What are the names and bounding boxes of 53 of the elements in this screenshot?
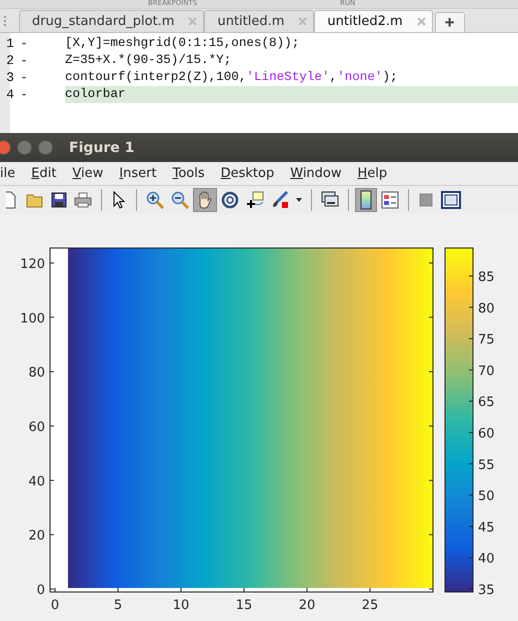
colorbar-tick-label: 50 xyxy=(478,489,495,504)
breakpoint-marker[interactable]: - xyxy=(14,36,34,50)
x-tick-label: 20 xyxy=(298,598,316,613)
menu-item[interactable]: Tools xyxy=(172,166,205,181)
breakpoint-marker[interactable]: - xyxy=(14,88,34,102)
close-button[interactable] xyxy=(0,140,11,155)
hand-icon[interactable] xyxy=(193,188,217,212)
menu-item[interactable]: Help xyxy=(358,166,388,181)
line-number: 4 xyxy=(5,87,14,102)
x-tick-label: 10 xyxy=(172,598,190,613)
file-tab[interactable]: untitled2.m xyxy=(314,10,433,32)
line-number: 2 xyxy=(5,53,14,68)
colorbar-tick-label: 35 xyxy=(478,583,495,598)
breakpoint-marker[interactable]: - xyxy=(14,70,34,84)
x-tick-label: 5 xyxy=(114,598,122,613)
code-line: contourf(interp2(Z),100,'LineStyle','none'); xyxy=(65,69,399,86)
code-line: [X,Y]=meshgrid(0:1:15,ones(8)); xyxy=(65,35,300,52)
file-tab[interactable]: untitled.m xyxy=(204,10,314,32)
menu-item[interactable]: ile xyxy=(0,166,16,181)
y-tick-label: 20 xyxy=(28,528,45,544)
colorbar-icon[interactable] xyxy=(355,188,377,212)
menu-item[interactable]: Desktop xyxy=(220,166,274,181)
y-tick-label: 60 xyxy=(28,420,45,435)
y-tick-label: 40 xyxy=(28,474,45,490)
y-tick-label: 80 xyxy=(28,366,45,381)
grip-icon xyxy=(4,16,9,26)
colorbar-tick-label: 40 xyxy=(478,552,495,567)
menu-item[interactable]: Insert xyxy=(119,166,157,181)
y-tick-label: 0 xyxy=(36,583,45,598)
menu-item[interactable]: Edit xyxy=(31,166,56,181)
x-tick-label: 0 xyxy=(50,598,60,613)
line-number: 1 xyxy=(5,36,14,51)
frame-icon[interactable] xyxy=(438,188,464,212)
file-tab[interactable]: drug_standard_plot.m xyxy=(19,10,204,32)
colorbar-tick-label: 65 xyxy=(478,395,495,410)
line-number: 3 xyxy=(5,70,14,85)
x-tick-label: 25 xyxy=(362,598,378,613)
colorbar-tick-label: 45 xyxy=(478,520,495,536)
menu-item[interactable]: Window xyxy=(290,166,342,181)
breakpoint-marker[interactable]: - xyxy=(14,54,34,68)
menu-item[interactable]: View xyxy=(72,166,104,181)
colorbar-tick-label: 70 xyxy=(478,364,495,379)
new-tab-button[interactable]: + xyxy=(434,12,465,32)
window-title: Figure 1 xyxy=(69,140,134,156)
colorbar-tick-label: 55 xyxy=(478,458,495,473)
y-tick-label: 100 xyxy=(20,311,45,326)
colorbar-tick-label: 80 xyxy=(478,301,495,316)
y-tick-label: 120 xyxy=(20,256,45,272)
code-line: Z=35+X.*(90-35)/15.*Y; xyxy=(65,52,232,69)
x-tick-label: 15 xyxy=(236,598,252,613)
colorbar-tick-label: 60 xyxy=(478,426,495,442)
colorbar-tick-label: 85 xyxy=(478,270,495,285)
colorbar-tick-label: 75 xyxy=(478,332,495,348)
